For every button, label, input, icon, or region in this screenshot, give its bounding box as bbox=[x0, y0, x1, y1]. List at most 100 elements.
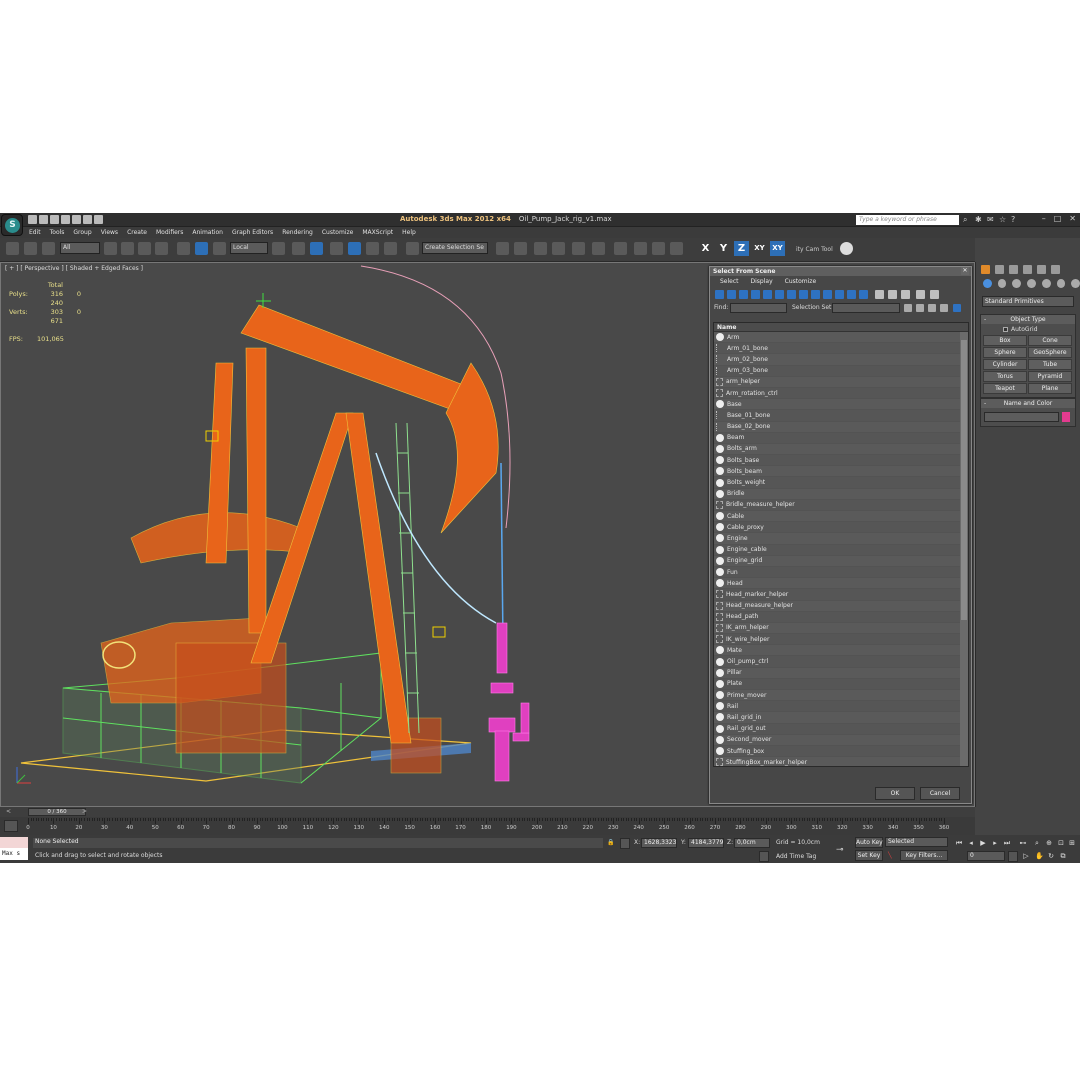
filter-frozen-icon[interactable] bbox=[835, 290, 844, 299]
list-item[interactable]: Pillar bbox=[714, 668, 968, 679]
time-configuration-icon[interactable] bbox=[1008, 851, 1018, 862]
angle-snap-icon[interactable] bbox=[348, 242, 361, 255]
filter-containers-icon[interactable] bbox=[823, 290, 832, 299]
sort-icon[interactable] bbox=[930, 290, 939, 299]
list-item[interactable]: Head_path bbox=[714, 611, 968, 623]
list-item[interactable]: Rail_grid_in bbox=[714, 712, 968, 724]
select-object-icon[interactable] bbox=[104, 242, 117, 255]
scrollbar-thumb[interactable] bbox=[961, 340, 967, 620]
menu-rendering[interactable]: Rendering bbox=[282, 227, 318, 238]
render-setup-icon[interactable] bbox=[634, 242, 647, 255]
filter-hidden-icon[interactable] bbox=[847, 290, 856, 299]
menu-group[interactable]: Group bbox=[73, 227, 96, 238]
menu-views[interactable]: Views bbox=[101, 227, 123, 238]
geometry-icon[interactable] bbox=[983, 279, 992, 288]
time-slider[interactable]: < 0 / 360 > bbox=[0, 807, 975, 817]
mini-curve-editor-icon[interactable] bbox=[4, 820, 18, 832]
axis-constraint-x[interactable]: X bbox=[698, 241, 713, 256]
dialog-menu-customize[interactable]: Customize bbox=[785, 276, 817, 287]
rectangular-selection-icon[interactable] bbox=[138, 242, 151, 255]
filter-xrefs-icon[interactable] bbox=[799, 290, 808, 299]
filter-groups-icon[interactable] bbox=[787, 290, 796, 299]
link-icon[interactable] bbox=[6, 242, 19, 255]
select-scale-icon[interactable] bbox=[213, 242, 226, 255]
zoom-extents-icon[interactable]: ⊡ bbox=[1057, 839, 1065, 847]
list-item[interactable]: Fun bbox=[714, 566, 968, 579]
cylinder-button[interactable]: Cylinder bbox=[983, 359, 1027, 370]
align-icon[interactable] bbox=[514, 242, 527, 255]
torus-button[interactable]: Torus bbox=[983, 371, 1027, 382]
tab-create-icon[interactable] bbox=[981, 265, 990, 274]
window-crossing-icon[interactable] bbox=[155, 242, 168, 255]
list-item[interactable]: Base_02_bone bbox=[714, 422, 968, 433]
list-item[interactable]: Beam bbox=[714, 432, 968, 444]
list-item[interactable]: Head_measure_helper bbox=[714, 601, 968, 612]
time-tag-icon[interactable] bbox=[759, 851, 769, 862]
list-item[interactable]: Base bbox=[714, 399, 968, 411]
ok-button[interactable]: OK bbox=[875, 787, 915, 800]
lock-selection-icon[interactable]: 🔒 bbox=[607, 839, 614, 846]
communication-icon[interactable]: ✉ bbox=[987, 215, 995, 224]
axis-constraint-y[interactable]: Y bbox=[716, 241, 731, 256]
schematic-view-icon[interactable] bbox=[592, 242, 605, 255]
set-key-button[interactable]: Set Key bbox=[855, 850, 883, 861]
list-item[interactable]: Bridle bbox=[714, 489, 968, 500]
snaps-toggle-icon[interactable] bbox=[330, 242, 343, 255]
selection-filter-dropdown[interactable]: All bbox=[60, 242, 100, 254]
select-all-icon[interactable] bbox=[875, 290, 884, 299]
tab-hierarchy-icon[interactable] bbox=[1009, 265, 1018, 274]
absolute-mode-icon[interactable] bbox=[620, 838, 630, 849]
list-scrollbar[interactable] bbox=[960, 332, 968, 766]
name-color-rollout-title[interactable]: Name and Color bbox=[981, 399, 1075, 408]
pivot-center-icon[interactable] bbox=[272, 242, 285, 255]
material-editor-icon[interactable] bbox=[614, 242, 627, 255]
key-icon[interactable]: ╲ bbox=[888, 852, 892, 859]
list-item[interactable]: Rail bbox=[714, 701, 968, 713]
list-item[interactable]: Arm_01_bone bbox=[714, 343, 968, 355]
list-item[interactable]: Head_marker_helper bbox=[714, 589, 968, 601]
menu-customize[interactable]: Customize bbox=[322, 227, 359, 238]
filter-spacewarps-icon[interactable] bbox=[775, 290, 784, 299]
list-options-icon[interactable] bbox=[940, 304, 948, 312]
percent-snap-icon[interactable] bbox=[366, 242, 379, 255]
field-of-view-icon[interactable]: ▷ bbox=[1022, 852, 1030, 860]
find-options-icon[interactable] bbox=[916, 304, 924, 312]
orbit-icon[interactable]: ↻ bbox=[1047, 852, 1055, 860]
helpers-icon[interactable] bbox=[1041, 279, 1051, 288]
filter-shapes-icon[interactable] bbox=[727, 290, 736, 299]
autogrid-checkbox[interactable]: AutoGrid bbox=[981, 324, 1075, 333]
key-mode-toggle-icon[interactable]: ⊷ bbox=[1019, 839, 1027, 847]
dialog-menu-display[interactable]: Display bbox=[751, 276, 773, 287]
mirror-icon[interactable] bbox=[496, 242, 509, 255]
list-item[interactable]: Stuffing_box bbox=[714, 745, 968, 758]
tube-button[interactable]: Tube bbox=[1028, 359, 1072, 370]
list-item[interactable]: Prime_mover bbox=[714, 690, 968, 702]
tab-utilities-icon[interactable] bbox=[1051, 265, 1060, 274]
select-manipulate-icon[interactable] bbox=[292, 242, 305, 255]
list-item[interactable]: IK_arm_helper bbox=[714, 623, 968, 635]
list-item[interactable]: Bolts_base bbox=[714, 455, 968, 467]
list-item[interactable]: Bolts_weight bbox=[714, 477, 968, 489]
autogrid-checkbox-box[interactable] bbox=[1003, 327, 1008, 332]
cameras-icon[interactable] bbox=[1027, 279, 1036, 288]
select-by-name-icon[interactable] bbox=[121, 242, 134, 255]
zoom-extents-all-icon[interactable]: ⊞ bbox=[1068, 839, 1076, 847]
new-icon[interactable] bbox=[28, 215, 37, 224]
column-header-name[interactable]: Name bbox=[714, 323, 968, 332]
list-item[interactable]: Mate bbox=[714, 645, 968, 657]
maxscript-listener[interactable]: Max s bbox=[0, 837, 28, 861]
help-icon[interactable]: ? bbox=[1011, 215, 1019, 224]
zoom-viewport-icon[interactable]: ⌕ bbox=[1033, 839, 1041, 847]
list-item[interactable]: arm_helper bbox=[714, 377, 968, 388]
list-item[interactable]: Rail_grid_out bbox=[714, 723, 968, 735]
filter-lights-icon[interactable] bbox=[739, 290, 748, 299]
axis-constraint-xy[interactable]: XY bbox=[752, 241, 767, 256]
systems-icon[interactable] bbox=[1071, 279, 1080, 288]
redo-icon[interactable] bbox=[72, 215, 81, 224]
shapes-icon[interactable] bbox=[997, 279, 1007, 288]
select-none-icon[interactable] bbox=[888, 290, 897, 299]
cone-button[interactable]: Cone bbox=[1028, 335, 1072, 346]
menu-tools[interactable]: Tools bbox=[50, 227, 70, 238]
previous-frame-icon[interactable]: ◂ bbox=[967, 839, 975, 847]
filter-helpers-icon[interactable] bbox=[763, 290, 772, 299]
